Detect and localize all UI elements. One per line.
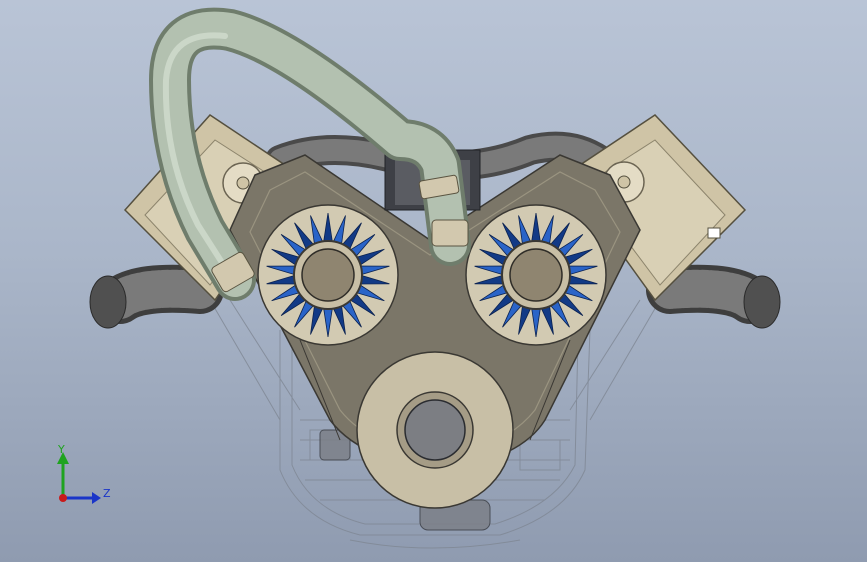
axis-triad: Y Z [57, 443, 111, 504]
y-axis-label: Y [57, 443, 65, 456]
cad-viewport[interactable]: Y Z [0, 0, 867, 562]
z-axis-arrow [92, 492, 101, 504]
z-axis-label: Z [103, 487, 111, 500]
x-axis-dot [59, 494, 67, 502]
